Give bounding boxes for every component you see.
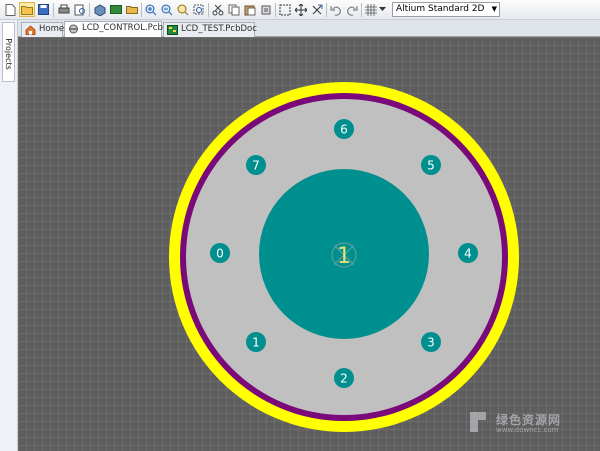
view-mode-select[interactable]: Altium Standard 2D ▼ [392, 2, 500, 17]
deselect-icon[interactable] [309, 2, 325, 17]
rubber-stamp-icon[interactable] [258, 2, 274, 17]
print-icon[interactable] [56, 2, 72, 17]
layer-view-icon[interactable] [108, 2, 124, 17]
pad-label: 3 [427, 336, 435, 350]
tab-lcd-test-pcbdoc[interactable]: LCD_TEST.PcbDoc [163, 22, 257, 37]
select-area-icon[interactable] [277, 2, 293, 17]
pad-1[interactable]: 1 [246, 332, 266, 352]
print-preview-icon[interactable] [72, 2, 88, 17]
chevron-down-icon: ▼ [491, 5, 497, 13]
3d-view-icon[interactable] [92, 2, 108, 17]
zoom-fit-icon[interactable] [175, 2, 191, 17]
watermark-url: www.downcc.com [496, 426, 559, 434]
pad-label: 5 [427, 159, 435, 173]
paste-icon[interactable] [242, 2, 258, 17]
browse-folder-icon[interactable] [124, 2, 140, 17]
pad-label: 1 [252, 336, 260, 350]
main-toolbar: Altium Standard 2D ▼ [0, 0, 600, 20]
pad-2[interactable]: 2 [334, 368, 354, 388]
undo-icon[interactable] [328, 2, 344, 17]
side-panel: Projects [0, 20, 18, 451]
document-tab-bar: Home LCD_CONTROL.PcbLib LCD_TEST.PcbDoc [18, 20, 600, 37]
footprint-drawing: 1 6 5 4 3 2 1 0 7 [169, 82, 519, 432]
tab-label: Home [39, 24, 65, 34]
pad-label: 0 [216, 247, 224, 261]
grid-dropdown-icon[interactable] [377, 2, 387, 17]
tab-label: LCD_TEST.PcbDoc [181, 24, 257, 34]
watermark-logo-icon [470, 412, 486, 432]
pad-0[interactable]: 0 [210, 243, 230, 263]
home-icon [25, 25, 36, 35]
pad-label: 6 [340, 123, 348, 137]
zoom-out-icon[interactable] [159, 2, 175, 17]
pad-label: 2 [340, 372, 348, 386]
pad-7[interactable]: 7 [246, 155, 266, 175]
zoom-selected-icon[interactable] [191, 2, 207, 17]
view-mode-value: Altium Standard 2D [396, 4, 485, 14]
pcblib-icon [69, 24, 78, 34]
open-folder-icon[interactable] [19, 2, 35, 17]
projects-tab-label: Projects [4, 38, 13, 70]
copy-icon[interactable] [226, 2, 242, 17]
zoom-in-icon[interactable] [143, 2, 159, 17]
pcb-canvas[interactable]: 1 6 5 4 3 2 1 0 7 绿色资源网 www.downcc.com [18, 37, 600, 451]
projects-panel-tab[interactable]: Projects [2, 22, 15, 82]
pad-4[interactable]: 4 [458, 243, 478, 263]
pad-3[interactable]: 3 [421, 332, 441, 352]
tab-home[interactable]: Home [21, 22, 65, 37]
move-icon[interactable] [293, 2, 309, 17]
cut-icon[interactable] [210, 2, 226, 17]
watermark: 绿色资源网 www.downcc.com [466, 408, 596, 438]
new-file-icon[interactable] [2, 2, 18, 17]
pad-6[interactable]: 6 [334, 119, 354, 139]
save-icon[interactable] [35, 2, 51, 17]
pad-label: 7 [252, 159, 260, 173]
tab-label: LCD_CONTROL.PcbLib [82, 23, 176, 33]
pad-5[interactable]: 5 [421, 155, 441, 175]
center-pad-label: 1 [337, 244, 351, 269]
redo-icon[interactable] [344, 2, 360, 17]
pcbdoc-icon [167, 25, 178, 35]
pad-label: 4 [464, 247, 472, 261]
tab-lcd-control-pcblib[interactable]: LCD_CONTROL.PcbLib [64, 21, 175, 37]
